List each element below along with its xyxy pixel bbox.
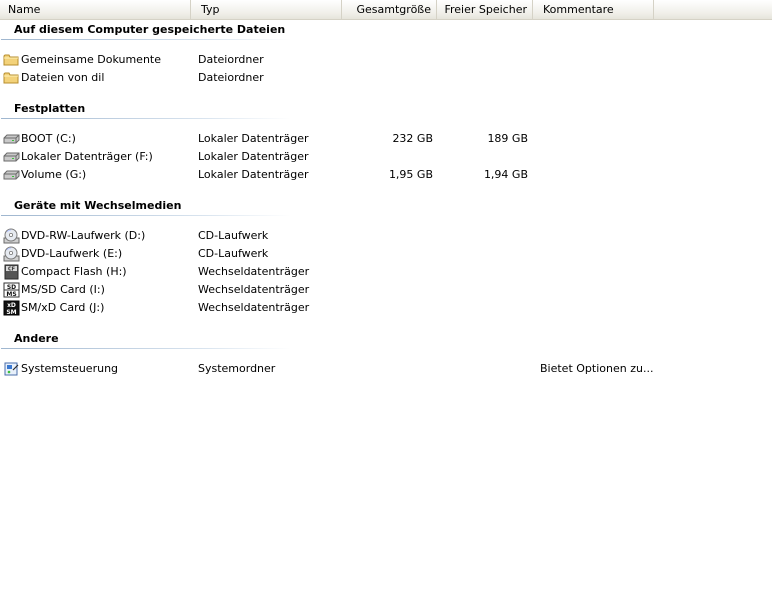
folder-icon [3, 52, 20, 68]
list-item[interactable]: xD SM SM/xD Card (J:) Wechseldatenträger [0, 299, 700, 317]
list-item[interactable]: DVD-RW-Laufwerk (D:) CD-Laufwerk [0, 227, 700, 245]
group-title-hard-drives: Festplatten [14, 102, 86, 115]
item-type: Systemordner [198, 362, 276, 375]
column-header-type[interactable]: Typ [191, 0, 342, 19]
item-name: Compact Flash (H:) [21, 265, 127, 278]
column-header-bar: Name Typ Gesamtgröße Freier Speicher Kom… [0, 0, 772, 20]
column-header-comments[interactable]: Kommentare [533, 0, 654, 19]
item-total-size: 1,95 GB [388, 168, 433, 181]
list-item[interactable]: SD MS MS/SD Card (I:) Wechseldatenträger [0, 281, 700, 299]
item-free-space: 1,94 GB [483, 168, 528, 181]
list-item[interactable]: Dateien von dil Dateiordner [0, 69, 700, 87]
item-free-space: 189 GB [487, 132, 528, 145]
item-type: Wechseldatenträger [198, 265, 310, 278]
ms-sd-card-icon: SD MS [3, 282, 20, 298]
item-type: Wechseldatenträger [198, 301, 310, 314]
dvd-drive-icon [3, 246, 20, 262]
group-divider [1, 39, 291, 40]
group-title-other: Andere [14, 332, 59, 345]
sm-xd-card-icon-bottom-label: SM [6, 309, 16, 316]
group-divider [1, 215, 291, 216]
group-title-removable-media: Geräte mit Wechselmedien [14, 199, 182, 212]
item-name: Dateien von dil [21, 71, 105, 84]
item-name: SM/xD Card (J:) [21, 301, 105, 314]
item-comment: Bietet Optionen zu... [540, 362, 654, 375]
hard-drive-icon [3, 131, 20, 147]
column-header-free-space[interactable]: Freier Speicher [437, 0, 533, 19]
dvd-drive-icon [3, 228, 20, 244]
item-type: Lokaler Datenträger [198, 168, 309, 181]
ms-sd-card-icon-top-label: SD [7, 284, 16, 291]
item-type: Dateiordner [198, 53, 264, 66]
item-name: MS/SD Card (I:) [21, 283, 105, 296]
list-item[interactable]: Gemeinsame Dokumente Dateiordner [0, 51, 700, 69]
folder-icon [3, 70, 20, 86]
list-item[interactable]: BOOT (C:) Lokaler Datenträger 232 GB 189… [0, 130, 700, 148]
group-title-stored-files: Auf diesem Computer gespeicherte Dateien [14, 23, 286, 36]
item-type: CD-Laufwerk [198, 247, 269, 260]
item-type: CD-Laufwerk [198, 229, 269, 242]
column-header-total-size[interactable]: Gesamtgröße [342, 0, 437, 19]
item-type: Lokaler Datenträger [198, 132, 309, 145]
item-name: BOOT (C:) [21, 132, 76, 145]
sm-xd-card-icon-top-label: xD [7, 302, 16, 309]
hard-drive-icon [3, 149, 20, 165]
group-divider [1, 118, 291, 119]
hard-drive-icon [3, 167, 20, 183]
group-divider [1, 348, 291, 349]
item-name: Systemsteuerung [21, 362, 119, 375]
ms-sd-card-icon-bottom-label: MS [6, 291, 16, 298]
column-header-name[interactable]: Name [0, 0, 191, 19]
list-item[interactable]: CF Compact Flash (H:) Wechseldatenträger [0, 263, 700, 281]
control-panel-icon [3, 361, 20, 377]
item-type: Dateiordner [198, 71, 264, 84]
compact-flash-icon: CF [3, 264, 20, 280]
item-name: DVD-Laufwerk (E:) [21, 247, 123, 260]
sm-xd-card-icon: xD SM [3, 300, 20, 316]
list-item[interactable]: DVD-Laufwerk (E:) CD-Laufwerk [0, 245, 700, 263]
list-item[interactable]: Systemsteuerung Systemordner Bietet Opti… [0, 360, 700, 378]
item-type: Lokaler Datenträger [198, 150, 309, 163]
list-item[interactable]: Lokaler Datenträger (F:) Lokaler Datentr… [0, 148, 700, 166]
item-name: Gemeinsame Dokumente [21, 53, 161, 66]
item-name: Lokaler Datenträger (F:) [21, 150, 153, 163]
item-total-size: 232 GB [392, 132, 433, 145]
item-type: Wechseldatenträger [198, 283, 310, 296]
list-item[interactable]: Volume (G:) Lokaler Datenträger 1,95 GB … [0, 166, 700, 184]
item-name: Volume (G:) [21, 168, 87, 181]
compact-flash-icon-label: CF [8, 266, 15, 272]
item-name: DVD-RW-Laufwerk (D:) [21, 229, 146, 242]
